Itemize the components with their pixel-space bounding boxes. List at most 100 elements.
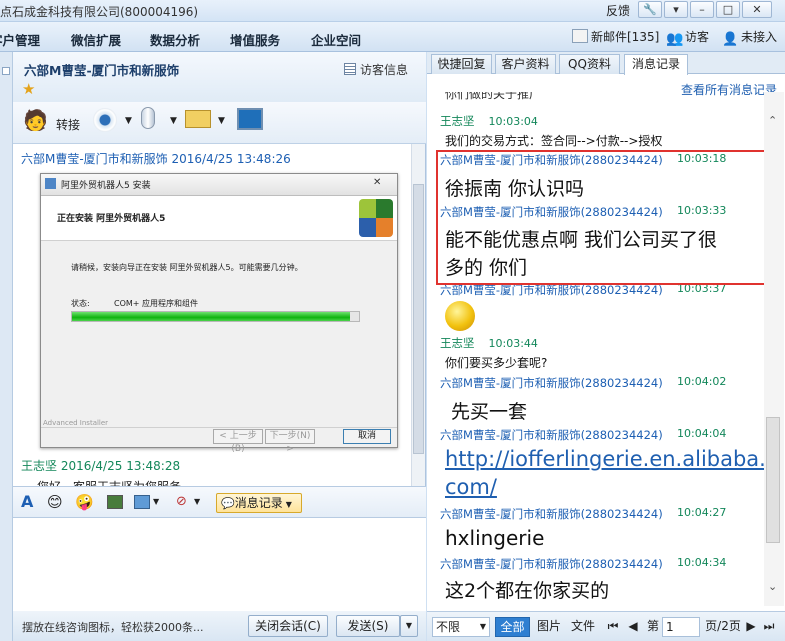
title-bar: 点石成金科技有限公司(800004196) 反馈 🔧 ▾ – □ ✕ [0,0,785,22]
message-records-button[interactable]: 💬消息记录 ▼ [216,493,302,513]
range-select[interactable]: 不限 ▼ [432,617,490,637]
message-link[interactable]: http://iofferlingerie.en.alibaba. [445,447,765,471]
sticker-icon[interactable]: 🤪 [75,493,94,511]
image-icon[interactable] [107,495,123,509]
installer-progress-bar [71,311,360,322]
message-header: 王志坚 10:03:04 [440,113,538,129]
scroll-up-icon[interactable]: ⌃ [768,114,777,127]
chevron-down-icon[interactable]: ▼ [194,497,200,506]
message-time: 10:03:44 [488,337,538,350]
message-header: 六部M曹莹-厦门市和新服饰(2880234424) 10:04:04 [440,427,762,443]
wrench-icon[interactable]: 🔧 [638,1,662,18]
mail-icon [572,29,588,43]
first-page-icon[interactable]: ⏮ [607,617,619,637]
unaccepted-link[interactable]: 👤 未接入 [722,28,777,47]
menu-customer-management[interactable]: 客户管理 [0,30,40,49]
user-icon: 👤 [722,32,739,47]
installer-close-icon: ✕ [373,177,382,188]
message-time: 10:04:04 [677,427,727,440]
visitor-link[interactable]: 👥 访客 [666,28,709,47]
minimize-icon[interactable]: – [690,1,714,18]
emoji-icon[interactable]: 😊 [47,493,63,511]
message-input[interactable] [13,518,426,611]
input-toolbar: A 😊 🤪 ▼ ⊘ ▼ 💬消息记录 ▼ [13,486,426,518]
menu-value-added[interactable]: 增值服务 [230,30,280,49]
installer-content: 请稍候，安装向导正在安装 阿里外贸机器人5。可能需要几分钟。 状态: COM+ … [41,241,397,447]
tab-customer-info[interactable]: 客户资料 [495,54,556,74]
installer-title: 阿里外贸机器人5 安装 [61,181,151,191]
webcam-icon[interactable] [93,108,117,132]
side-tabs: 快捷回复 客户资料 QQ资料 消息记录 [427,52,785,75]
last-page-icon[interactable]: ⏭ [763,617,775,637]
message-text: 你们做的关于推广 [445,92,542,101]
visitor-info-button[interactable]: 访客信息 [344,61,408,78]
message-sender: 六部M曹莹-厦门市和新服饰(2880234424) [440,428,663,442]
next-page-icon[interactable]: ▶ [745,617,757,637]
filter-all-button[interactable]: 全部 [495,617,530,637]
page-label: 第 [646,619,659,633]
maximize-icon[interactable]: □ [716,1,740,18]
file-transfer-icon[interactable] [185,110,211,128]
installer-app-icon [45,178,56,189]
installer-heading: 正在安装 阿里外贸机器人5 [57,214,166,224]
message-time: 10:03:04 [488,115,538,128]
message-time: 10:04:02 [677,375,727,388]
message-time: 10:04:27 [677,506,727,519]
chat-sender: 王志坚 [21,459,58,473]
block-icon[interactable]: ⊘ [176,494,187,509]
menu-wechat-extension[interactable]: 微信扩展 [71,30,121,49]
installer-message: 请稍候，安装向导正在安装 阿里外贸机器人5。可能需要几分钟。 [71,263,303,272]
chevron-down-icon[interactable]: ▼ [218,116,225,126]
scroll-down-icon[interactable]: ⌄ [768,580,777,593]
menu-data-analysis[interactable]: 数据分析 [150,30,200,49]
message-header: 王志坚 10:03:44 [440,335,538,351]
tab-message-records[interactable]: 消息记录 [624,54,688,75]
records-scrollbar[interactable]: ⌃ ⌄ [764,92,784,606]
message-sender: 王志坚 [440,114,475,128]
chat-scrollbar[interactable] [411,144,425,486]
installer-progress-fill [72,312,351,321]
menu-icon[interactable]: ▾ [664,1,688,18]
installer-logo-icon [359,199,393,237]
close-session-button[interactable]: 关闭会话(C) [248,615,328,637]
filter-file-button[interactable]: 文件 [566,617,600,637]
chat-message-header: 六部M曹莹-厦门市和新服饰 2016/4/25 13:48:26 [21,150,291,167]
star-icon: ★ [22,80,36,98]
scrollbar-thumb[interactable] [413,184,424,454]
page-input[interactable]: 1 [662,617,700,637]
message-records-icon: 💬 [221,497,235,510]
scrollbar-thumb[interactable] [766,417,780,543]
remote-assist-icon[interactable] [237,108,263,130]
send-button[interactable]: 发送(S) [336,615,400,637]
range-select-value: 不限 [436,620,461,634]
chevron-down-icon[interactable]: ▼ [125,116,132,126]
transfer-icon: 🧑 [23,108,48,132]
page-total: 页/2页 [705,619,741,633]
chevron-down-icon[interactable]: ▼ [170,116,177,126]
message-text: hxlingerie [445,526,545,550]
close-icon[interactable]: ✕ [742,1,772,18]
promo-link[interactable]: 摆放在线咨询图标，轻松获2000条... [22,619,203,635]
send-options-icon[interactable]: ▼ [400,615,418,637]
chevron-down-icon[interactable]: ▼ [153,497,159,506]
feedback-link[interactable]: 反馈 [606,2,630,19]
font-icon[interactable]: A [21,492,33,511]
message-link-continued[interactable]: com/ [445,475,497,499]
strip-toggle[interactable] [2,67,10,75]
transfer-button[interactable]: 转接 [56,116,80,133]
prev-page-icon[interactable]: ◀ [627,617,639,637]
filter-image-button[interactable]: 图片 [532,617,566,637]
installer-titlebar: 阿里外贸机器人5 安装 ✕ [41,174,397,196]
message-records-label: 消息记录 [234,496,283,510]
microphone-icon[interactable] [141,107,155,129]
message-text: 我们的交易方式：签合同-->付款-->授权 [445,134,663,148]
tab-qq-info[interactable]: QQ资料 [559,54,620,74]
screenshot-icon[interactable] [134,495,150,509]
visitor-info-label: 访客信息 [360,63,409,77]
message-text: 先买一套 [451,401,528,423]
tab-quick-reply[interactable]: 快捷回复 [431,54,492,74]
menu-enterprise-space[interactable]: 企业空间 [311,30,361,49]
new-mail-link[interactable]: 新邮件[135] [572,28,659,45]
message-text: 这2个都在你家买的 [445,580,610,602]
chat-message-text: 您好，客服王志坚为您服务 [37,478,181,486]
